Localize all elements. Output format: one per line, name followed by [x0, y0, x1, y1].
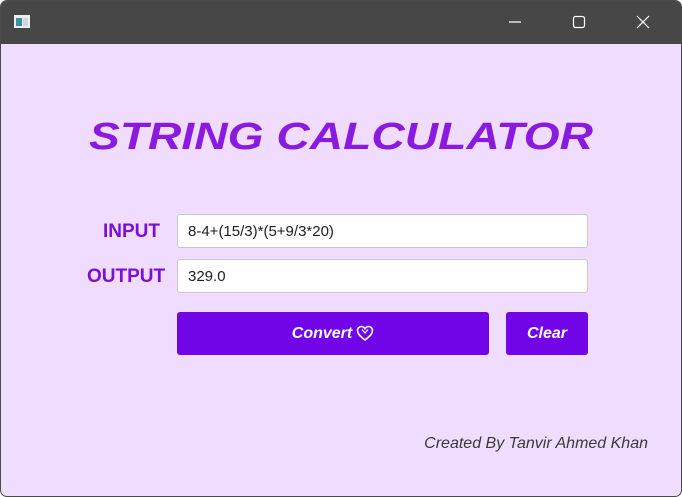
minimize-button[interactable]: [492, 1, 538, 44]
maximize-icon: [572, 15, 586, 29]
close-icon: [636, 15, 650, 29]
app-title: STRING CALCULATOR: [89, 116, 594, 158]
convert-button[interactable]: Convert: [177, 312, 489, 355]
maximize-button[interactable]: [556, 1, 602, 44]
convert-button-label: Convert: [291, 324, 353, 342]
output-field[interactable]: [177, 259, 588, 293]
heart-icon: [356, 325, 374, 342]
input-label: INPUT: [103, 221, 160, 242]
window-app-icon: [14, 15, 30, 28]
title-bar[interactable]: [1, 1, 681, 44]
close-button[interactable]: [620, 1, 666, 44]
minimize-icon: [509, 21, 521, 23]
clear-button-label: Clear: [526, 324, 568, 342]
main-content: STRING CALCULATOR INPUT OUTPUT Convert C…: [1, 44, 681, 496]
app-window: STRING CALCULATOR INPUT OUTPUT Convert C…: [0, 0, 682, 497]
clear-button[interactable]: Clear: [506, 312, 588, 355]
author-credit: Created By Tanvir Ahmed Khan: [424, 435, 648, 452]
app-title-text: STRING CALCULATOR: [89, 116, 594, 158]
input-field[interactable]: [177, 214, 588, 248]
output-label: OUTPUT: [87, 266, 166, 287]
